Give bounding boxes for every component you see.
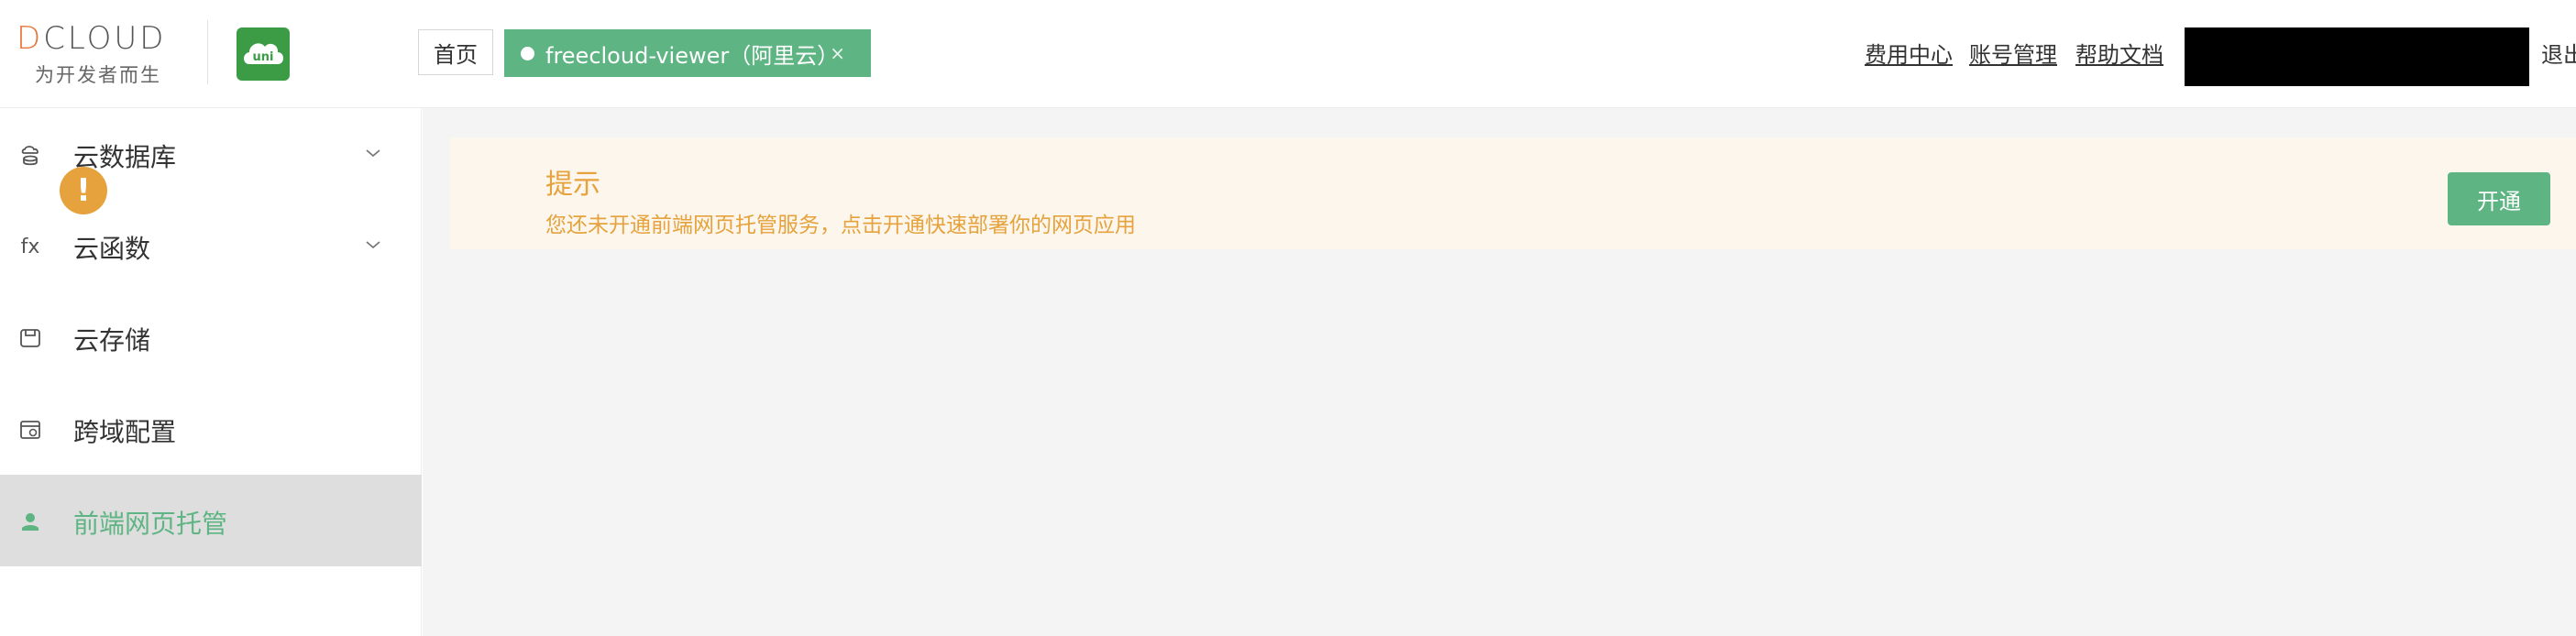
logo-tagline: 为开发者而生 bbox=[35, 64, 161, 86]
alert-title: 提示 bbox=[545, 169, 600, 201]
link-billing-center[interactable]: 费用中心 bbox=[1865, 37, 1953, 69]
sidebar-item-label: 云存储 bbox=[73, 325, 151, 356]
sidebar-item-cors-config[interactable]: 跨域配置 bbox=[0, 383, 422, 475]
chevron-down-icon bbox=[366, 149, 380, 158]
tab-label: freecloud-viewer（阿里云） bbox=[545, 42, 840, 69]
sidebar-item-label: 跨域配置 bbox=[73, 417, 177, 447]
web-hosting-icon bbox=[17, 508, 44, 535]
tab-home[interactable]: 首页 bbox=[418, 29, 493, 75]
function-icon: fx bbox=[20, 235, 40, 258]
storage-icon bbox=[17, 324, 44, 352]
close-icon[interactable]: × bbox=[830, 42, 845, 64]
sidebar-item-cloud-functions[interactable]: fx 云函数 bbox=[0, 200, 422, 291]
logo-wordmark: DCLOUD bbox=[17, 20, 167, 57]
alert-description: 您还未开通前端网页托管服务，点击开通快速部署你的网页应用 bbox=[545, 214, 1136, 237]
link-help-docs[interactable]: 帮助文档 bbox=[2075, 37, 2163, 69]
sidebar-item-label: 前端网页托管 bbox=[73, 509, 228, 539]
database-icon bbox=[17, 141, 44, 169]
uni-cloud-icon[interactable]: uni bbox=[237, 27, 290, 81]
top-header: DCLOUD 为开发者而生 uni 首页 freecloud-viewer（阿里… bbox=[0, 0, 2576, 108]
logo-divider bbox=[207, 20, 208, 84]
chevron-down-icon bbox=[366, 241, 380, 249]
main-content bbox=[423, 108, 2576, 636]
enable-button[interactable]: 开通 bbox=[2448, 172, 2550, 225]
user-account-box[interactable] bbox=[2185, 27, 2529, 86]
tab-freecloud-viewer[interactable]: freecloud-viewer（阿里云） × bbox=[504, 29, 871, 77]
dcloud-logo[interactable]: DCLOUD 为开发者而生 bbox=[17, 20, 182, 86]
sidebar-item-cloud-storage[interactable]: 云存储 bbox=[0, 291, 422, 383]
svg-text:uni: uni bbox=[253, 50, 274, 64]
link-account-management[interactable]: 账号管理 bbox=[1969, 37, 2057, 69]
active-dot-icon bbox=[521, 46, 534, 60]
cors-config-icon bbox=[17, 416, 44, 444]
logout-link[interactable]: 退出 bbox=[2541, 37, 2576, 69]
warning-icon: ! bbox=[60, 167, 107, 214]
sidebar-item-web-hosting[interactable]: 前端网页托管 bbox=[0, 475, 422, 566]
sidebar-item-label: 云函数 bbox=[73, 234, 151, 264]
